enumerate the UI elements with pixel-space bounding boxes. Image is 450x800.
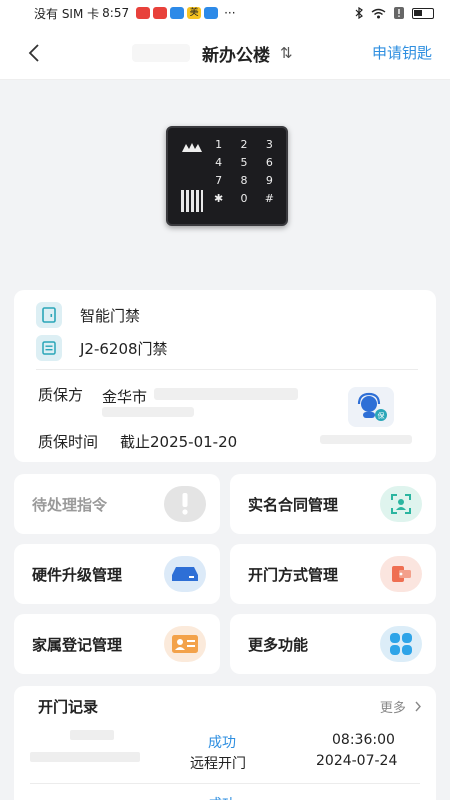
redacted-area [154, 388, 298, 400]
customer-service-button[interactable]: 保 [348, 387, 394, 427]
grid-icon [380, 626, 422, 662]
blue-app-icon [204, 7, 219, 19]
keypad-key: 3 [265, 138, 273, 151]
more-functions-tile[interactable]: 更多功能 [230, 614, 436, 674]
keypad-key: 0 [240, 192, 248, 205]
record-status: 成功 [208, 735, 236, 751]
redacted-area [132, 44, 190, 62]
clock-text: 8:57 [102, 6, 130, 20]
alert-icon [394, 7, 404, 19]
door-name-label: J2-6208门禁 [80, 339, 168, 358]
keypad-key: # [264, 192, 274, 205]
page-title: 新办公楼 [202, 45, 270, 66]
pending-commands-tile[interactable]: 待处理指令 [14, 474, 220, 534]
keypad-key: 7 [215, 174, 223, 187]
keypad-key: 8 [240, 174, 248, 187]
wifi-icon [371, 8, 386, 18]
title-switcher[interactable]: 新办公楼 ⇅ [132, 40, 322, 66]
chevron-right-icon [415, 701, 421, 712]
back-button[interactable] [24, 40, 44, 66]
customer-service-icon: 保 [357, 392, 387, 421]
warranty-provider-label: 质保方 [38, 386, 84, 404]
tile-label: 家属登记管理 [32, 635, 123, 654]
real-name-contract-tile[interactable]: 实名合同管理 [230, 474, 436, 534]
divider [36, 369, 418, 370]
family-registration-tile[interactable]: 家属登记管理 [14, 614, 220, 674]
apply-key-button[interactable]: 申请钥匙 [372, 42, 432, 63]
keypad-key: 5 [240, 156, 248, 169]
door-icon [36, 302, 62, 328]
device-type-label: 智能门禁 [80, 306, 141, 325]
warranty-time-value: 截止2025-01-20 [120, 433, 238, 451]
battery-icon [412, 7, 434, 19]
chevron-left-icon [28, 44, 39, 62]
device-info-card: 智能门禁 J2-6208门禁 质保方 金华市 质保时间 截止2025-01-20… [14, 290, 436, 462]
redacted-area [320, 435, 412, 444]
more-notifications-text: ··· [224, 6, 236, 20]
door-records-card: 开门记录 更多 成功 远程开门 08:36:00 2024-07-24 成功 [14, 686, 436, 800]
warranty-provider-value: 金华市 [102, 388, 148, 406]
keypad-key: 1 [215, 138, 223, 151]
swap-icon[interactable]: ⇅ [280, 44, 293, 62]
qr-code-icon [181, 190, 203, 212]
red-app-icon [136, 7, 151, 19]
divider [30, 783, 420, 784]
brand-logo-icon [182, 143, 202, 152]
records-more-link[interactable]: 更多 [380, 697, 422, 716]
record-method: 远程开门 [190, 756, 246, 772]
svg-text:保: 保 [378, 411, 385, 420]
redacted-area [102, 407, 194, 417]
keypad-key: 2 [240, 138, 248, 151]
record-date: 2024-07-24 [316, 753, 398, 769]
hardware-upgrade-tile[interactable]: 硬件升级管理 [14, 544, 220, 604]
keypad: 1 2 3 4 5 6 7 8 9 ✱ 0 # [206, 138, 282, 205]
tile-label: 更多功能 [248, 635, 309, 654]
more-label: 更多 [379, 701, 406, 716]
tile-label: 实名合同管理 [248, 495, 339, 514]
list-icon [36, 335, 62, 361]
blue-app-icon [170, 7, 185, 19]
device-type-row: 智能门禁 [36, 302, 140, 328]
status-bar: 没有 SIM 卡 8:57 美 ··· [0, 0, 450, 26]
face-id-icon [380, 486, 422, 522]
access-control-device-image: 1 2 3 4 5 6 7 8 9 ✱ 0 # [166, 126, 288, 226]
tile-label: 开门方式管理 [248, 565, 339, 584]
door-name-row: J2-6208门禁 [36, 335, 168, 361]
tile-label: 硬件升级管理 [32, 565, 123, 584]
record-user-redacted [30, 730, 160, 762]
keypad-key: 4 [215, 156, 223, 169]
record-status: 成功 [208, 794, 236, 800]
warranty-time-label: 质保时间 [38, 433, 99, 451]
records-title: 开门记录 [38, 698, 99, 716]
red-app-icon [153, 7, 168, 19]
door-open-method-tile[interactable]: 开门方式管理 [230, 544, 436, 604]
hardware-icon [164, 556, 206, 592]
status-right [355, 7, 434, 19]
keypad-key: ✱ [214, 192, 224, 205]
carrier-text: 没有 SIM 卡 [34, 6, 100, 21]
record-time: 08:36:00 [332, 732, 395, 748]
card-door-icon [380, 556, 422, 592]
keypad-key: 6 [265, 156, 273, 169]
keypad-key: 9 [265, 174, 273, 187]
id-card-icon [164, 626, 206, 662]
alert-icon [164, 486, 206, 522]
status-left: 没有 SIM 卡 8:57 美 ··· [34, 5, 236, 22]
tile-label: 待处理指令 [32, 495, 108, 514]
bluetooth-icon [355, 7, 363, 19]
nav-bar: 新办公楼 ⇅ 申请钥匙 [0, 26, 450, 80]
meituan-icon: 美 [187, 7, 202, 19]
